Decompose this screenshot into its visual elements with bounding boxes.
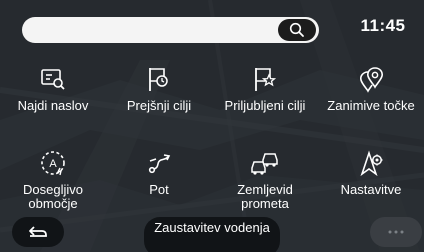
navigation-menu-screen: 11:45 Najdi naslov Prejšnji cilji Prilju… bbox=[0, 0, 424, 252]
search-icon bbox=[289, 22, 304, 37]
back-arrow-icon bbox=[29, 226, 47, 237]
menu-item-label: Zanimive točke bbox=[327, 98, 415, 113]
stop-guidance-label: Zaustavitev vodenja bbox=[154, 220, 270, 235]
points-of-interest-icon bbox=[360, 67, 383, 93]
top-bar: 11:45 bbox=[0, 0, 424, 58]
menu-item-settings[interactable]: Nastavitve bbox=[318, 148, 424, 197]
menu-item-traffic-map[interactable]: Zemljevid prometa bbox=[212, 148, 318, 211]
more-dots-icon bbox=[388, 230, 404, 234]
menu-item-points-of-interest[interactable]: Zanimive točke bbox=[318, 64, 424, 113]
menu-item-favourite-destinations[interactable]: Priljubljeni cilji bbox=[212, 64, 318, 113]
menu-item-label: Pot bbox=[149, 182, 169, 197]
menu-item-label: Zemljevid prometa bbox=[237, 182, 293, 211]
menu-item-label: Prejšnji cilji bbox=[126, 98, 192, 113]
reachable-area-icon: A bbox=[41, 151, 65, 176]
more-button[interactable] bbox=[370, 217, 422, 247]
search-field[interactable] bbox=[22, 17, 319, 43]
find-address-icon bbox=[41, 69, 65, 90]
svg-text:A: A bbox=[49, 158, 57, 170]
back-button[interactable] bbox=[12, 217, 64, 247]
menu-item-previous-destinations[interactable]: Prejšnji cilji bbox=[106, 64, 212, 113]
traffic-map-icon bbox=[251, 153, 278, 175]
route-icon bbox=[148, 154, 171, 174]
menu-item-find-address[interactable]: Najdi naslov bbox=[0, 64, 106, 113]
menu-item-label: Najdi naslov bbox=[17, 98, 89, 113]
clock: 11:45 bbox=[360, 16, 406, 35]
bottom-bar: Zaustavitev vodenja bbox=[0, 212, 424, 252]
stop-guidance-button[interactable]: Zaustavitev vodenja bbox=[144, 217, 280, 252]
menu-item-route[interactable]: Pot bbox=[106, 148, 212, 197]
previous-destinations-icon bbox=[149, 68, 168, 91]
menu-item-label: Nastavitve bbox=[340, 182, 402, 197]
search-button[interactable] bbox=[278, 19, 316, 41]
favourite-destinations-icon bbox=[255, 68, 277, 91]
settings-icon bbox=[360, 150, 383, 177]
menu-item-label: Priljubljeni cilji bbox=[224, 98, 306, 113]
menu-item-reachable-area[interactable]: A Dosegljivo območje bbox=[0, 148, 106, 211]
menu-item-label: Dosegljivo območje bbox=[23, 182, 83, 211]
